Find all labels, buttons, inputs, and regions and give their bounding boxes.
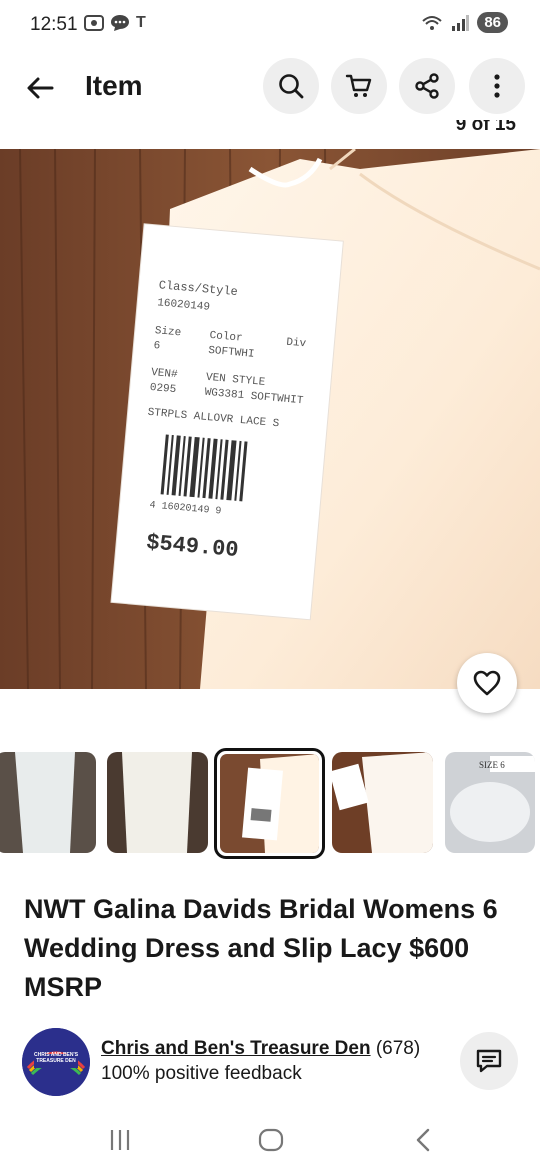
share-icon	[415, 73, 439, 99]
back-arrow-icon	[27, 77, 54, 99]
system-nav-bar	[0, 1110, 540, 1170]
image-counter: 9 of 15	[455, 120, 516, 135]
seller-name-link[interactable]: Chris and Ben's Treasure Den	[101, 1038, 371, 1059]
thumbnail-item[interactable]	[0, 752, 96, 853]
screenshot-icon	[84, 15, 104, 31]
app-header: Item	[0, 58, 540, 116]
add-to-watchlist-button[interactable]	[457, 653, 517, 713]
thumbnail-item[interactable]	[332, 752, 433, 853]
tag-size-label: Size	[154, 325, 181, 339]
cart-icon	[345, 74, 372, 97]
more-vertical-icon	[494, 74, 500, 98]
thumbnail-item-selected[interactable]	[214, 748, 325, 859]
item-title: NWT Galina Davids Bridal Womens 6 Weddin…	[24, 894, 498, 1002]
heart-icon	[473, 670, 501, 696]
seller-name-line: Chris and Ben's Treasure Den (678)	[101, 1038, 420, 1060]
signal-icon	[452, 14, 470, 31]
search-icon	[279, 74, 304, 99]
contact-seller-button[interactable]	[460, 1032, 518, 1090]
thumbnail-item[interactable]	[107, 752, 208, 853]
wifi-icon	[422, 15, 442, 30]
status-time: 12:51	[30, 14, 78, 35]
size-tag-label: SIZE 6	[479, 760, 505, 770]
seller-feedback-count: (678)	[375, 1038, 421, 1059]
tag-vendor-label: VEN#	[151, 367, 179, 381]
tag-div-label: Div	[286, 337, 307, 351]
home-icon	[258, 1128, 284, 1152]
page-title: Item	[85, 70, 143, 101]
status-bar: 12:51 T 86	[0, 0, 540, 50]
recent-apps-button[interactable]	[100, 1124, 140, 1156]
seller-card: CHRIS AND BEN'S TREASURE DEN Chris and B…	[22, 1028, 522, 1096]
system-back-button[interactable]	[403, 1124, 443, 1156]
thumbnail-item[interactable]: SIZE 6	[445, 752, 535, 853]
system-back-icon	[416, 1128, 430, 1152]
home-button[interactable]	[251, 1124, 291, 1156]
share-button[interactable]	[399, 58, 455, 114]
seller-avatar[interactable]: CHRIS AND BEN'S TREASURE DEN	[22, 1028, 90, 1096]
main-item-image[interactable]: Class/Style 16020149 Size 6 Color SOFTWH…	[0, 149, 540, 689]
seller-feedback-percent: 100% positive feedback	[101, 1063, 302, 1084]
chat-icon	[111, 15, 129, 31]
recent-apps-icon	[110, 1130, 130, 1150]
carrier-icon: T	[136, 14, 146, 31]
dress-photo: Class/Style 16020149 Size 6 Color SOFTWH…	[0, 149, 540, 689]
status-notification-icons: T	[84, 14, 146, 32]
battery-indicator: 86	[477, 12, 508, 33]
seller-avatar-text: CHRIS AND BEN'S TREASURE DEN	[33, 1052, 79, 1064]
thumbnail-strip: SIZE 6	[0, 748, 540, 860]
tag-vendor-value: 0295	[149, 382, 176, 396]
message-icon	[476, 1049, 502, 1073]
tag-size-value: 6	[153, 340, 161, 353]
cart-button[interactable]	[331, 58, 387, 114]
back-button[interactable]	[18, 66, 62, 110]
more-options-button[interactable]	[469, 58, 525, 114]
search-button[interactable]	[263, 58, 319, 114]
status-system-icons: 86	[421, 12, 508, 33]
